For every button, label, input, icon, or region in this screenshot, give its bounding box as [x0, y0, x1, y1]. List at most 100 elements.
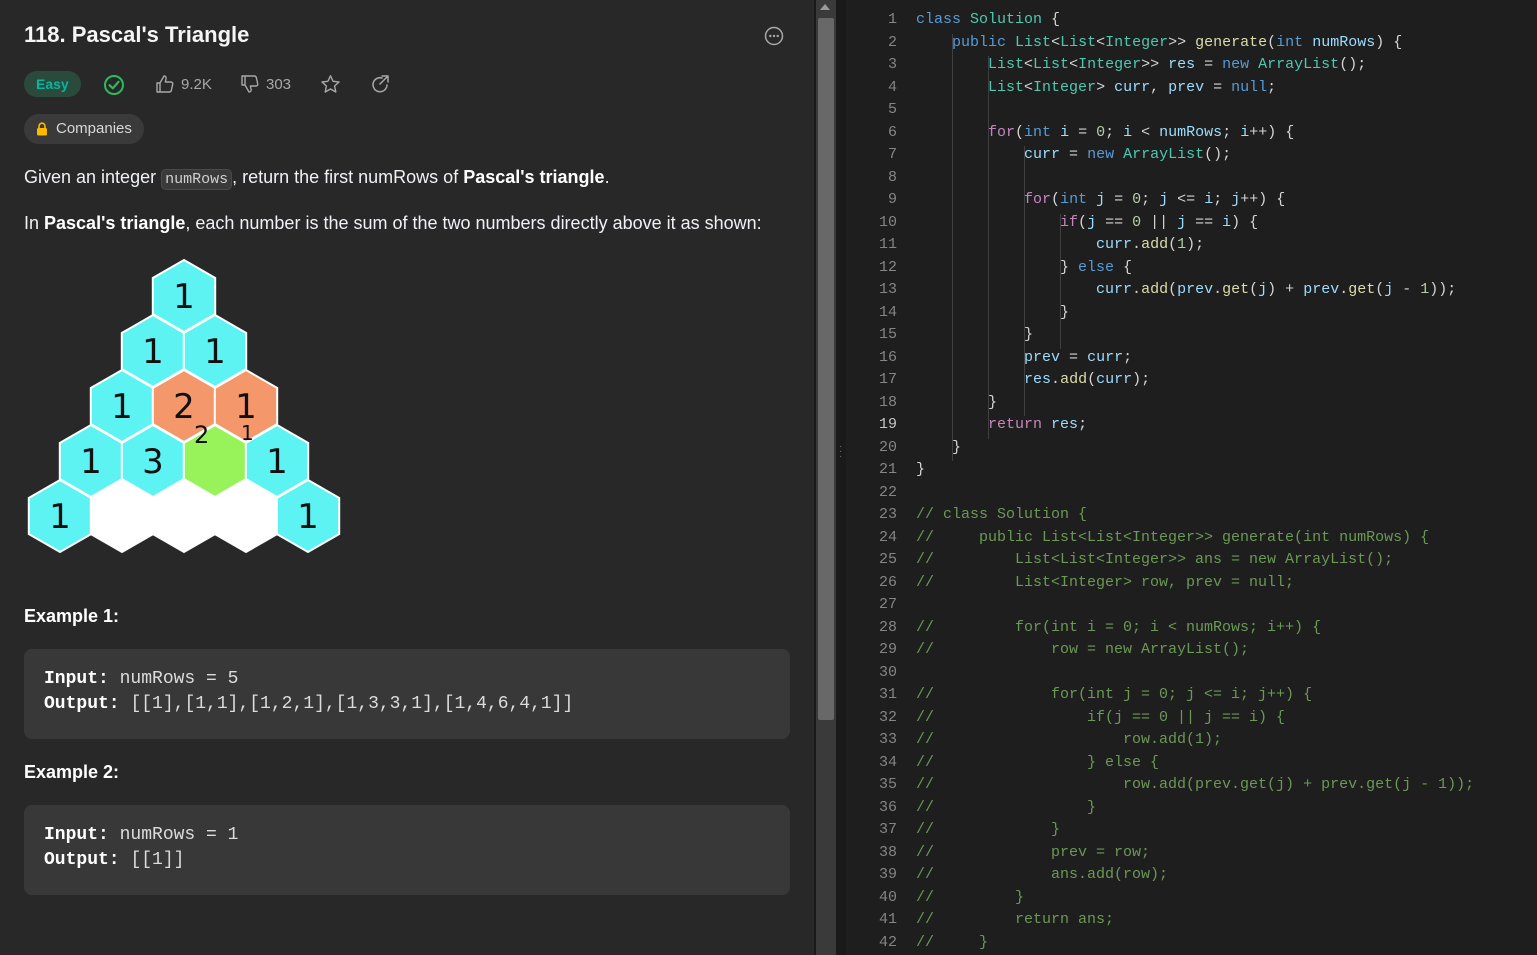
description-text: , each number is the sum of the two numb… [185, 213, 762, 233]
code-line[interactable]: 12 } else { [846, 257, 1537, 279]
code-line[interactable]: 34 // } else { [846, 752, 1537, 774]
code-line[interactable]: 7 curr = new ArrayList(); [846, 144, 1537, 166]
code-line[interactable]: 13 curr.add(prev.get(j) + prev.get(j - 1… [846, 279, 1537, 301]
share-icon[interactable] [370, 74, 391, 95]
code-line[interactable]: 26 // List<Integer> row, prev = null; [846, 572, 1537, 594]
output-value: [[1]] [130, 850, 185, 870]
indent-guide [952, 33, 953, 461]
code-text: // List<Integer> row, prev = null; [916, 573, 1295, 591]
line-number: 28 [878, 618, 897, 636]
code-text: // } else { [916, 753, 1160, 771]
code-line[interactable]: 32 // if(j == 0 || j == i) { [846, 707, 1537, 729]
drag-handle-icon[interactable]: · · · [839, 442, 842, 462]
like-count: 9.2K [181, 76, 212, 93]
example-1-title: Example 1: [24, 606, 120, 626]
code-line[interactable]: 2 public List<List<Integer>> generate(in… [846, 32, 1537, 54]
code-line[interactable]: 18 } [846, 392, 1537, 414]
code-text: for(int i = 0; i < numRows; i++) { [988, 123, 1295, 141]
code-line[interactable]: 20 } [846, 437, 1537, 459]
code-line[interactable]: 41 // return ans; [846, 909, 1537, 931]
difficulty-badge: Easy [24, 71, 81, 97]
thumbs-down-icon[interactable] [240, 74, 260, 94]
code-line[interactable]: 28 // for(int i = 0; i < numRows; i++) { [846, 617, 1537, 639]
code-line[interactable]: 24 // public List<List<Integer>> generate… [846, 527, 1537, 549]
code-line[interactable]: 3 List<List<Integer>> res = new ArrayLis… [846, 54, 1537, 76]
code-line[interactable]: 4 List<Integer> curr, prev = null; [846, 77, 1537, 99]
line-number: 39 [878, 866, 897, 883]
line-number: 19 [878, 416, 897, 433]
code-text: return res; [988, 416, 1088, 433]
example-2-input: Input: numRows = 1 [44, 825, 238, 845]
line-number: 13 [878, 281, 897, 298]
code-line[interactable]: 11 curr.add(1); [846, 234, 1537, 256]
line-number: 41 [878, 911, 897, 928]
code-line[interactable]: 27 [846, 594, 1537, 616]
triangle-cell-label: 1 [80, 442, 102, 482]
lock-icon [37, 122, 47, 136]
description-text: Given an integer [24, 167, 162, 187]
code-line[interactable]: 40 // } [846, 887, 1537, 909]
code-line[interactable]: 10 if(j == 0 || j == i) { [846, 212, 1537, 234]
thumbs-up-icon[interactable] [155, 74, 175, 94]
code-line[interactable]: 5 [846, 99, 1537, 121]
line-number: 40 [878, 888, 897, 906]
page-title: 118. Pascal's Triangle [24, 22, 250, 47]
output-label: Output: [44, 694, 120, 714]
code-text: // return ans; [916, 911, 1115, 928]
code-line[interactable]: 16 prev = curr; [846, 347, 1537, 369]
code-line[interactable]: 33 // row.add(1); [846, 729, 1537, 751]
line-number: 1 [887, 11, 897, 28]
star-icon[interactable] [320, 74, 341, 95]
line-number: 11 [878, 236, 897, 253]
code-text: } [916, 303, 1070, 321]
triangle-cell-label: 1 [173, 277, 195, 317]
code-line[interactable]: 15 } [846, 324, 1537, 346]
code-line[interactable]: 6 for(int i = 0; i < numRows; i++) { [846, 122, 1537, 144]
triangle-cell-label: 1 [204, 332, 226, 372]
example-2-output: Output: [[1]] [44, 850, 184, 870]
line-number: 12 [878, 258, 897, 276]
triangle-cell-label: 1 [142, 332, 164, 372]
output-value: [[1],[1,1],[1,2,1],[1,3,3,1],[1,4,6,4,1]… [130, 694, 574, 714]
code-line[interactable]: 14 } [846, 302, 1537, 324]
scrollbar-thumb[interactable] [818, 18, 834, 720]
companies-tag[interactable]: Companies [24, 114, 144, 144]
more-options-icon[interactable] [764, 26, 784, 46]
triangle-cell-label: 1 [111, 387, 133, 427]
indent-guide [988, 56, 989, 439]
indent-guide [1024, 146, 1025, 416]
code-line[interactable]: 38 // prev = row; [846, 842, 1537, 864]
line-number: 7 [887, 146, 897, 163]
code-line[interactable]: 36 // } [846, 797, 1537, 819]
code-text: if(j == 0 || j == i) { [1060, 213, 1259, 231]
line-number: 18 [878, 393, 897, 411]
code-text: public List<List<Integer>> generate(int … [952, 33, 1403, 51]
code-line[interactable]: 23 // class Solution { [846, 504, 1537, 526]
code-line[interactable]: 21} [846, 459, 1537, 481]
scroll-up-arrow-icon[interactable] [820, 4, 830, 10]
code-line[interactable]: 35 // row.add(prev.get(j) + prev.get(j - … [846, 774, 1537, 796]
code-line[interactable]: 25 // List<List<Integer>> ans = new Array… [846, 549, 1537, 571]
code-line[interactable]: 39 // ans.add(row); [846, 864, 1537, 886]
line-number: 4 [887, 78, 897, 96]
code-line[interactable]: 8 [846, 167, 1537, 189]
code-text: // row.add(1); [916, 731, 1223, 748]
code-line[interactable]: 29 // row = new ArrayList(); [846, 639, 1537, 661]
code-text: // } [916, 888, 1025, 906]
code-editor[interactable]: 1 class Solution {2 public List<List<Inte… [846, 0, 1537, 955]
code-line[interactable]: 1 class Solution { [846, 9, 1537, 31]
code-line[interactable]: 31 // for(int j = 0; j <= i; j++) { [846, 684, 1537, 706]
code-line[interactable]: 22 [846, 482, 1537, 504]
code-text: // List<List<Integer>> ans = new ArrayLi… [916, 551, 1394, 568]
description-paragraph-1: Given an integer numRows, return the fir… [24, 167, 610, 190]
code-line[interactable]: 9 for(int j = 0; j <= i; j++) { [846, 189, 1537, 211]
code-line[interactable]: 17 res.add(curr); [846, 369, 1537, 391]
code-line[interactable]: 42 // } [846, 932, 1537, 954]
code-text: for(int j = 0; j <= i; j++) { [1024, 191, 1286, 208]
code-text: // row.add(prev.get(j) + prev.get(j - 1)… [916, 776, 1475, 793]
code-text: List<Integer> curr, prev = null; [988, 78, 1277, 96]
code-line[interactable]: 30 [846, 662, 1537, 684]
code-line[interactable]: 37 // } [846, 819, 1537, 841]
code-line[interactable]: 19 return res; [846, 414, 1537, 436]
line-number: 21 [878, 461, 897, 478]
